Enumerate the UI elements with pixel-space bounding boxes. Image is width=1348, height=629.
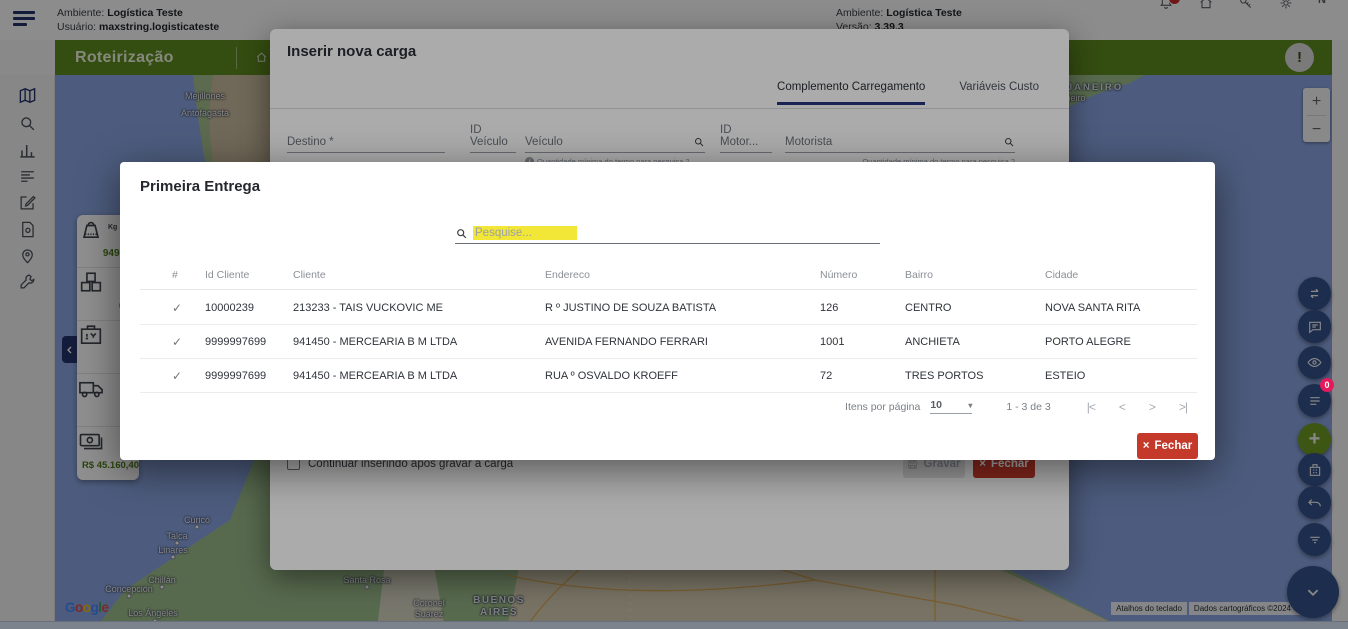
- cell-id-cliente: 9999997699: [205, 370, 293, 382]
- col-id-cliente[interactable]: Id Cliente: [205, 269, 293, 281]
- table-row[interactable]: ✓ 10000239 213233 - TAIS VUCKOVIC ME R º…: [140, 291, 1197, 325]
- close-icon: ×: [1143, 440, 1150, 452]
- cell-id-cliente: 9999997699: [205, 336, 293, 348]
- cell-cidade: NOVA SANTA RITA: [1045, 302, 1197, 314]
- first-page-button[interactable]: |<: [1087, 400, 1095, 414]
- delivery-modal-title: Primeira Entrega: [140, 178, 260, 195]
- cell-cidade: PORTO ALEGRE: [1045, 336, 1197, 348]
- col-bairro[interactable]: Bairro: [905, 269, 1045, 281]
- col-cidade[interactable]: Cidade: [1045, 269, 1197, 281]
- route-list-badge: 0: [1320, 378, 1334, 392]
- items-per-page-select[interactable]: 10 ▾: [930, 399, 972, 414]
- col-cliente[interactable]: Cliente: [293, 269, 545, 281]
- cell-numero: 1001: [820, 336, 905, 348]
- first-delivery-modal: Primeira Entrega Pesquise... # Id Client…: [120, 162, 1215, 460]
- cell-cidade: ESTEIO: [1045, 370, 1197, 382]
- cell-cliente: 941450 - MERCEARIA B M LTDA: [293, 336, 545, 348]
- col-endereco[interactable]: Endereco: [545, 269, 820, 281]
- delivery-close-button[interactable]: × Fechar: [1137, 433, 1198, 459]
- delivery-close-label: Fechar: [1155, 440, 1193, 452]
- cell-id-cliente: 10000239: [205, 302, 293, 314]
- col-index[interactable]: #: [172, 269, 205, 281]
- cell-bairro: ANCHIETA: [905, 336, 1045, 348]
- caret-down-icon: ▾: [968, 401, 972, 410]
- check-icon: ✓: [172, 369, 205, 383]
- prev-page-button[interactable]: <: [1119, 400, 1125, 414]
- cell-endereco: AVENIDA FERNANDO FERRARI: [545, 336, 820, 348]
- pagination-nav: |< < > >|: [1087, 400, 1187, 414]
- col-numero[interactable]: Número: [820, 269, 905, 281]
- cell-bairro: CENTRO: [905, 302, 1045, 314]
- items-per-page-value: 10: [930, 399, 942, 411]
- cell-endereco: RUA º OSVALDO KROEFF: [545, 370, 820, 382]
- search-icon: [455, 227, 468, 240]
- last-page-button[interactable]: >|: [1179, 400, 1187, 414]
- cell-numero: 72: [820, 370, 905, 382]
- table-row[interactable]: ✓ 9999997699 941450 - MERCEARIA B M LTDA…: [140, 325, 1197, 359]
- table-row[interactable]: ✓ 9999997699 941450 - MERCEARIA B M LTDA…: [140, 359, 1197, 393]
- next-page-button[interactable]: >: [1149, 400, 1155, 414]
- pagination: Itens por página 10 ▾ 1 - 3 de 3 |< < > …: [845, 399, 1187, 414]
- cell-cliente: 941450 - MERCEARIA B M LTDA: [293, 370, 545, 382]
- cell-bairro: TRES PORTOS: [905, 370, 1045, 382]
- search-placeholder: Pesquise...: [473, 226, 577, 240]
- cell-endereco: R º JUSTINO DE SOUZA BATISTA: [545, 302, 820, 314]
- page-range-label: 1 - 3 de 3: [1006, 401, 1050, 413]
- check-icon: ✓: [172, 301, 205, 315]
- table-header: # Id Cliente Cliente Endereco Número Bai…: [140, 260, 1197, 290]
- items-per-page-label: Itens por página: [845, 401, 920, 413]
- app-window: Ambiente: Logística Teste Usuário: maxst…: [0, 0, 1348, 629]
- cell-numero: 126: [820, 302, 905, 314]
- search-input[interactable]: Pesquise...: [455, 220, 880, 244]
- check-icon: ✓: [172, 335, 205, 349]
- cell-cliente: 213233 - TAIS VUCKOVIC ME: [293, 302, 545, 314]
